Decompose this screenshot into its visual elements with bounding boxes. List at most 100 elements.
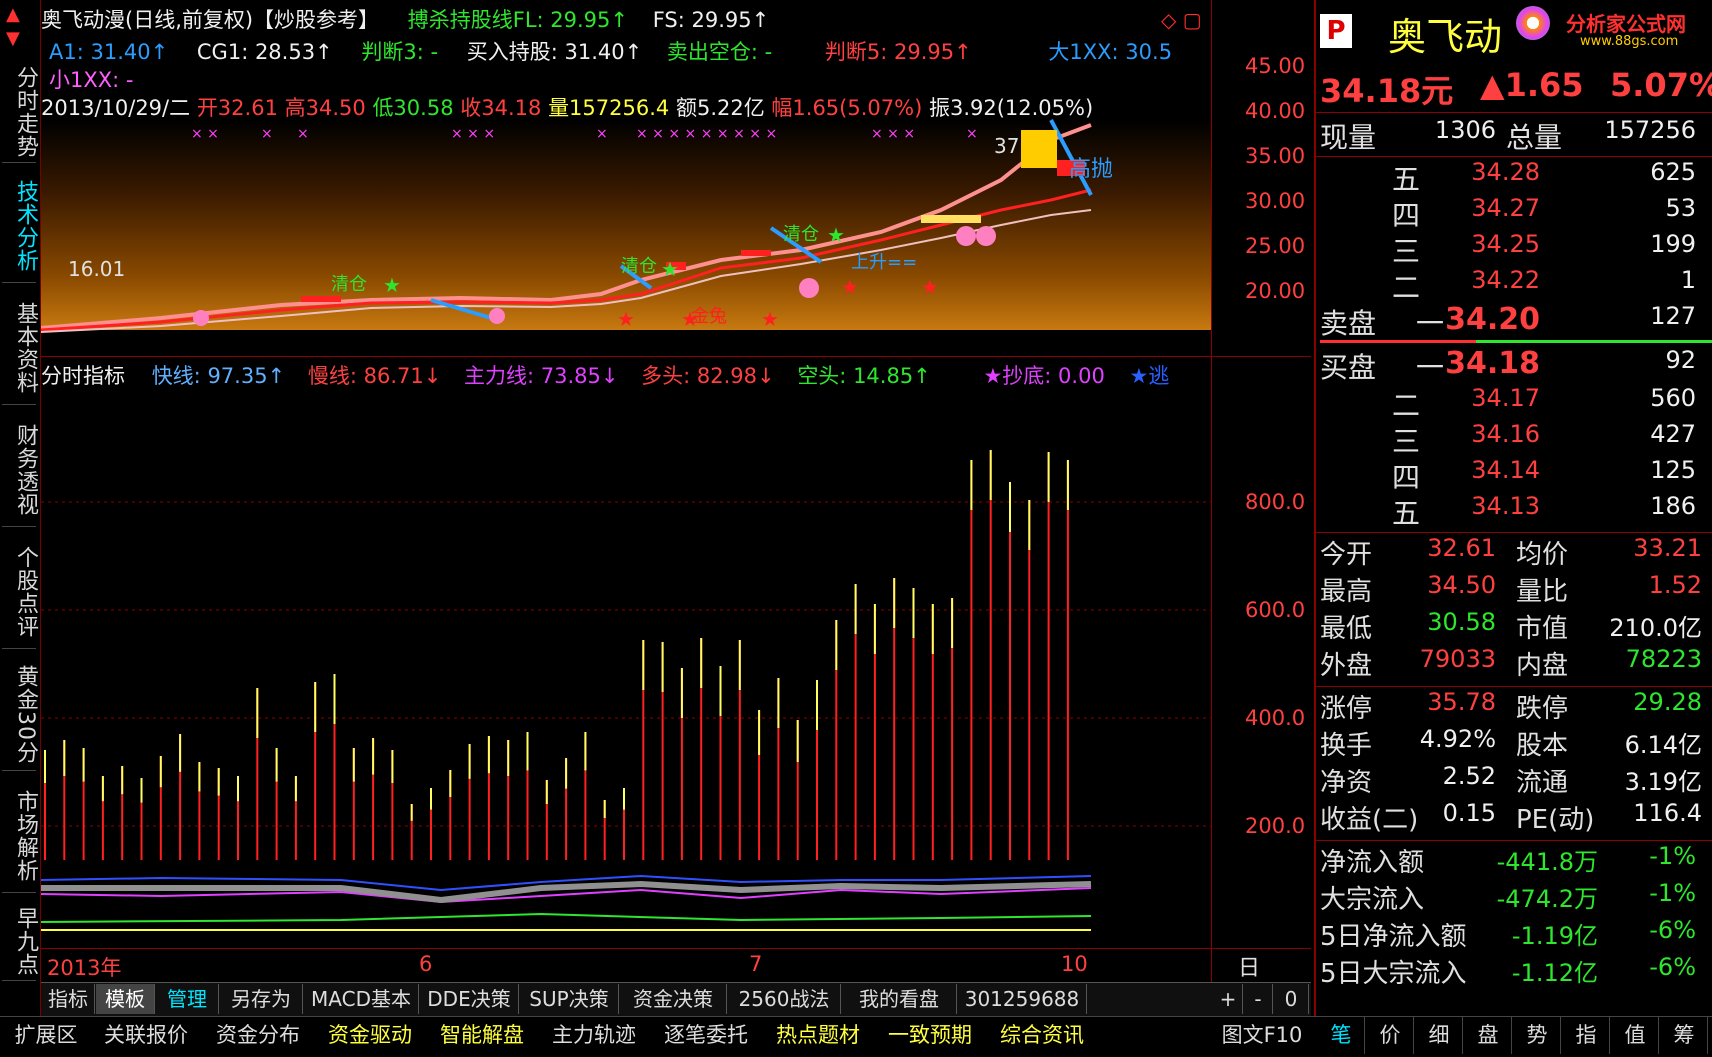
right-tab[interactable]: 势 [1514,1016,1561,1054]
right-tab[interactable]: 盘 [1465,1016,1512,1054]
right-tab[interactable]: 价 [1367,1016,1414,1054]
toolbar-template[interactable]: 模板 [96,984,155,1014]
tab-zijinqudong[interactable]: 资金驱动 [316,1016,424,1054]
now-vol-value: 1306 [1434,116,1496,144]
tab-gegu[interactable]: 个股点评 [2,536,38,649]
sell-level-row[interactable]: 一 34.20 127 [1320,302,1712,340]
annot-qingcang-2: 清仓 [621,256,657,277]
buy-level-price: 34.17 [1471,384,1540,412]
right-tab[interactable]: 笔 [1318,1016,1365,1054]
stat-label: 流通 [1516,768,1569,798]
tab-zhuliguiji[interactable]: 主力轨迹 [540,1016,648,1054]
toolbar-id[interactable]: 301259688 [958,984,1087,1014]
price-chart-svg: × × × × × × × × × × × × × × × × × × × × × 16.… [41,119,1113,333]
tab-zaojiudian[interactable]: 早九点 [2,902,38,981]
tab-shichang[interactable]: 市场解析 [2,780,38,893]
stat-row: 净资 2.52 流通 3.19亿 [1320,762,1712,798]
tab-zonghe[interactable]: 综合资讯 [988,1016,1096,1054]
site-url: www.88gs.com [1580,34,1679,49]
sell-level-row[interactable]: 二 34.22 1 [1320,266,1712,304]
tab-zhubiweituo[interactable]: 逐笔委托 [652,1016,760,1054]
right-tab[interactable]: 筹 [1661,1016,1708,1054]
annot-gaopao: 高抛 [1069,157,1113,182]
now-vol-label: 现量 [1320,121,1377,154]
tab-fenshi[interactable]: 分时走势 [2,62,38,163]
buy-level-volume: 427 [1650,420,1696,448]
stat-row: 收益(二) 0.15 PE(动) 116.4 [1320,799,1712,835]
flow-pct: -6% [1649,916,1696,944]
toolbar-saveas[interactable]: 另存为 [220,984,303,1014]
stat-label: 量比 [1516,577,1569,607]
x-label-2013: 2013年 [47,956,122,980]
stock-badge: P [1320,14,1352,48]
pane-divider [41,356,1311,357]
toolbar-macd[interactable]: MACD基本 [304,984,419,1014]
sell-level-name: 二 [1392,271,1421,304]
stat-label: 市值 [1516,614,1569,644]
site-name: 分析家公式网 [1566,12,1686,36]
buy-level-row[interactable]: 四 34.14 125 [1320,456,1712,494]
main-chart-area[interactable]: 奥飞动漫(日线,前复权)【炒股参考】 搏杀持股线FL: 29.95↑ FS: 2… [41,0,1311,1013]
x-label-6: 6 [419,952,433,976]
slow-line: 慢线: 86.71↓ [307,364,442,388]
tab-f10[interactable]: 图文F10 [1214,1016,1310,1054]
flow-pct: -6% [1649,953,1696,981]
zoom-reset-button[interactable]: 0 [1274,984,1309,1014]
volume-bars [44,450,1069,860]
zoom-in-button[interactable]: + [1214,984,1243,1014]
price-change: ▲1.65 [1480,66,1584,104]
xaxis-line [41,948,1311,949]
svg-text:★: ★ [841,275,859,299]
indicator-grid [41,501,1211,827]
buy-level-row[interactable]: 五 34.13 186 [1320,492,1712,530]
stat-value: 33.21 [1633,534,1702,562]
right-tab[interactable]: 细 [1416,1016,1463,1054]
toolbar-manage[interactable]: 管理 [156,984,219,1014]
stat-row: 外盘 79033 内盘 78223 [1320,645,1712,681]
tab-zijinfenbu[interactable]: 资金分布 [204,1016,312,1054]
tab-huangjin[interactable]: 黄金30分 [2,658,38,771]
svg-text:★: ★ [383,273,401,297]
ind-tick-600: 600.0 [1245,598,1306,622]
sell-level-row[interactable]: 四 34.27 53 [1320,194,1712,232]
toolbar-sup[interactable]: SUP决策 [520,984,619,1014]
stat-value: 4.92% [1419,725,1496,753]
buy-level-price: 34.16 [1471,420,1540,448]
toolbar-indicator[interactable]: 指标 [42,984,95,1014]
tab-kuozhan[interactable]: 扩展区 [4,1016,88,1054]
quote-sep-3 [1314,532,1712,533]
stat-value: 1.52 [1648,571,1702,599]
tab-jiben[interactable]: 基本资料 [2,292,38,405]
sell-level-row[interactable]: 三 34.25 199 [1320,230,1712,268]
flow-label: 5日大宗流入 [1320,959,1467,989]
toolbar-dde[interactable]: DDE决策 [420,984,519,1014]
toolbar-mywatch[interactable]: 我的看盘 [842,984,957,1014]
label-low: 16.01 [68,257,125,281]
scroll-up-arrow[interactable]: ▲ [6,4,20,25]
right-tab[interactable]: 指 [1563,1016,1610,1054]
right-tab[interactable]: 值 [1612,1016,1659,1054]
y-tick-25: 25.00 [1245,234,1306,258]
stat-value: 79033 [1419,645,1496,673]
tab-yizhi[interactable]: 一致预期 [876,1016,984,1054]
zoom-out-button[interactable]: - [1244,984,1273,1014]
stock-name: 奥飞动 [1388,15,1503,59]
sell-level-row[interactable]: 五 34.28 625 [1320,158,1712,196]
tab-guanlian[interactable]: 关联报价 [92,1016,200,1054]
scroll-down-arrow[interactable]: ▼ [6,28,20,49]
ind-line-grey [41,880,1092,904]
quote-sep-2 [1314,156,1712,157]
toolbar-fund[interactable]: 资金决策 [620,984,727,1014]
tab-caiwu[interactable]: 财务透视 [2,414,38,527]
quote-sep-5 [1314,840,1712,841]
toolbar-2560[interactable]: 2560战法 [728,984,841,1014]
tab-redian[interactable]: 热点题材 [764,1016,872,1054]
ind-tick-800: 800.0 [1245,490,1306,514]
annot-qingcang-1: 清仓 [331,274,367,295]
flow-row: 5日大宗流入 -1.12亿 -6% [1320,953,1712,989]
buy-level-row[interactable]: 一 34.18 92 [1320,346,1712,384]
tab-jishu[interactable]: 技术分析 [2,170,38,283]
buy-level-row[interactable]: 三 34.16 427 [1320,420,1712,458]
tab-zhinengjiepan[interactable]: 智能解盘 [428,1016,536,1054]
buy-level-row[interactable]: 二 34.17 560 [1320,384,1712,422]
